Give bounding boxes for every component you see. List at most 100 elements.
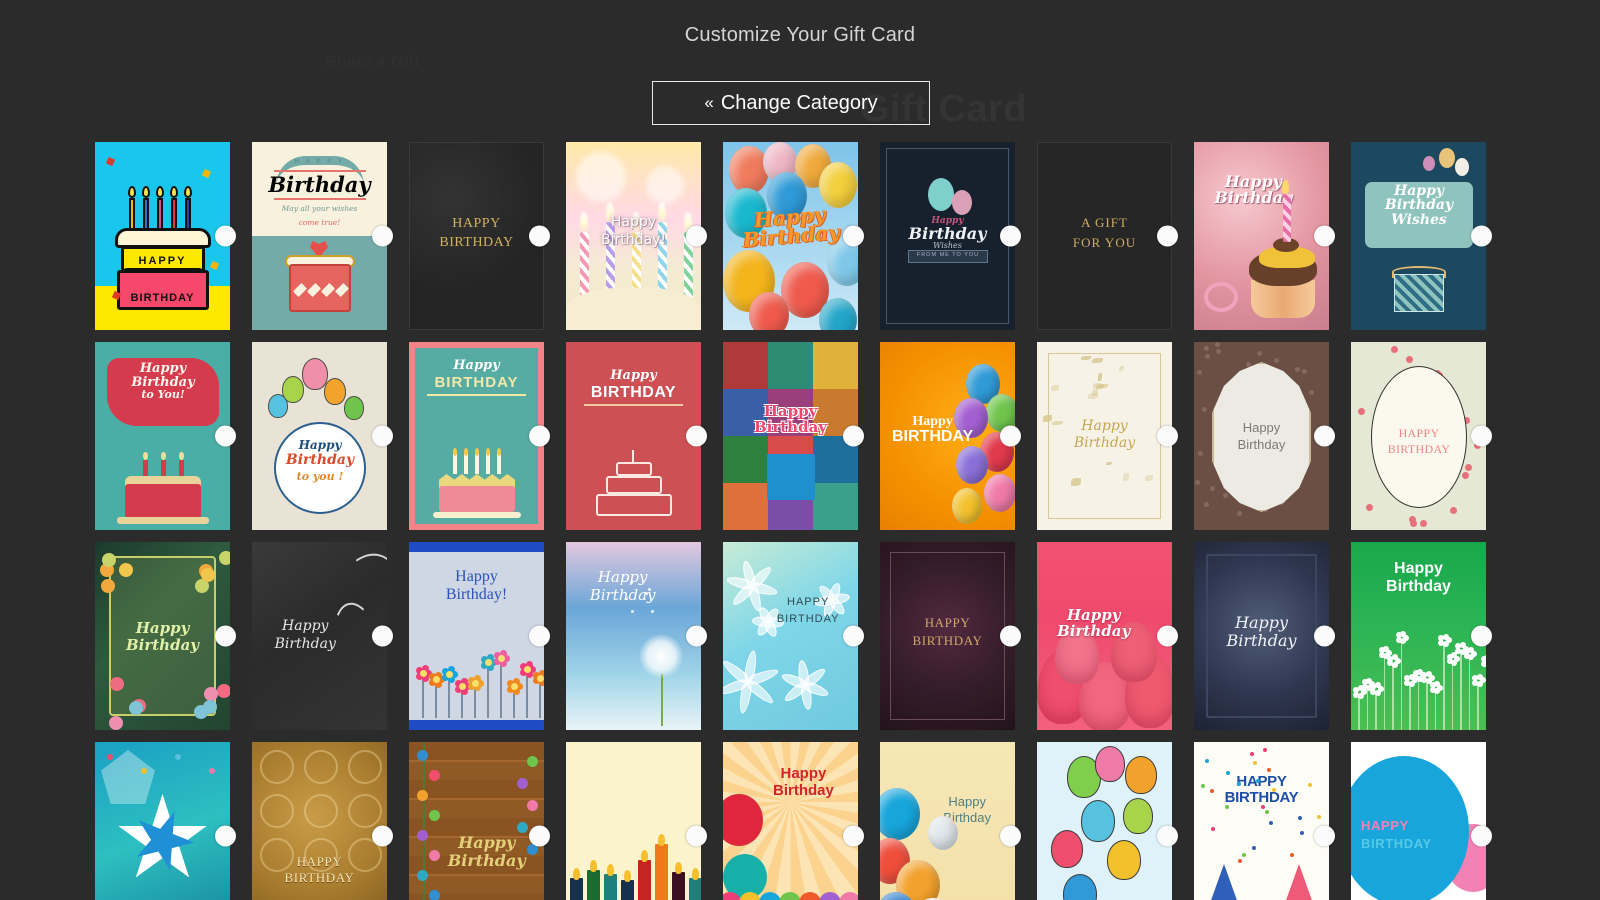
selection-dot-icon[interactable]	[1157, 826, 1178, 847]
selection-dot-icon[interactable]	[1314, 826, 1335, 847]
gift-card-cell: HappyBirthday	[1194, 342, 1329, 530]
flower	[429, 770, 440, 781]
selection-dot-icon[interactable]	[1314, 226, 1335, 247]
gift-card-plum-gold-ornate[interactable]: HAPPYBIRTHDAY	[880, 542, 1015, 730]
selection-dot-icon[interactable]	[1471, 826, 1492, 847]
selection-dot-icon[interactable]	[529, 426, 550, 447]
flower-stem	[513, 691, 515, 718]
gift-card-teal-paper-star[interactable]	[95, 742, 230, 900]
gift-card-doodle-balloons-blue[interactable]: Happy	[1037, 742, 1172, 900]
selection-dot-icon[interactable]	[1000, 226, 1021, 247]
selection-dot-icon[interactable]	[215, 226, 236, 247]
selection-dot-icon[interactable]	[372, 226, 393, 247]
selection-dot-icon[interactable]	[529, 226, 550, 247]
card-text: HappyBirthday	[1351, 560, 1486, 595]
selection-dot-icon[interactable]	[843, 626, 864, 647]
change-category-button[interactable]: « Change Category	[652, 81, 930, 125]
candle-flame	[1282, 180, 1289, 194]
gift-card-black-a-gift-for-you[interactable]: A GIFTFOR YOU	[1037, 142, 1172, 330]
gift-card-beige-circle-balloons[interactable]: HappyBirthdayto you !	[252, 342, 387, 530]
card-line-2: Birthday	[1194, 632, 1329, 650]
gift-card-sage-oval-roses[interactable]: HAPPYBIRTHDAY	[1351, 342, 1486, 530]
gift-card-artwork: HappyBirthday	[723, 342, 858, 530]
card-line-2: BIRTHDAY	[1361, 836, 1471, 851]
gift-card-dandelion-sky[interactable]: HappyBirthday	[566, 542, 701, 730]
gift-card-pink-frame-retro-cake[interactable]: HappyBIRTHDAY	[409, 342, 544, 530]
gift-card-cream-colour-candles[interactable]: HAPPY	[566, 742, 701, 900]
gift-card-navy-chalk-balloons[interactable]: HappyBirthdayWishesFROM ME TO YOU	[880, 142, 1015, 330]
candle-flame	[624, 870, 631, 882]
selection-dot-icon[interactable]	[686, 426, 707, 447]
selection-dot-icon[interactable]	[686, 826, 707, 847]
gift-card-green-white-flowers[interactable]: HappyBirthday	[1351, 542, 1486, 730]
selection-dot-icon[interactable]	[1157, 226, 1178, 247]
gift-card-pink-cupcake[interactable]: HappyBirthday	[1194, 142, 1329, 330]
selection-dot-icon[interactable]	[686, 626, 707, 647]
gift-card-gold-embossed[interactable]: HAPPYBIRTHDAY	[252, 742, 387, 900]
selection-dot-icon[interactable]	[372, 626, 393, 647]
gift-card-cream-balloons-confetti[interactable]: HappyBirthday	[880, 742, 1015, 900]
selection-dot-icon[interactable]	[686, 226, 707, 247]
card-text: HAPPYBIRTHDAY	[880, 614, 1015, 649]
gift-card-pastel-candles-photo[interactable]: HappyBirthday!	[566, 142, 701, 330]
flower-stem	[1435, 690, 1437, 730]
selection-dot-icon[interactable]	[1000, 826, 1021, 847]
gift-card-big-blue-balloon[interactable]: HAPPYBIRTHDAY	[1351, 742, 1486, 900]
selection-dot-icon[interactable]	[843, 826, 864, 847]
card-text: HappyBirthday!	[409, 568, 544, 603]
gift-card-cell: HappyBirthday	[1194, 142, 1329, 330]
seed	[651, 610, 654, 613]
gift-card-black-gold-classic[interactable]: HAPPYBIRTHDAY	[409, 142, 544, 330]
selection-dot-icon[interactable]	[1471, 226, 1492, 247]
selection-dot-icon[interactable]	[1314, 626, 1335, 647]
gift-card-artwork: HappyBirthdayto You!	[95, 342, 230, 530]
selection-dot-icon[interactable]	[529, 826, 550, 847]
gift-card-ivory-gold-floral[interactable]: HappyBirthday	[1037, 342, 1172, 530]
selection-dot-icon[interactable]	[1471, 426, 1492, 447]
selection-dot-icon[interactable]	[215, 826, 236, 847]
gift-card-blue-banner-flowers[interactable]: HappyBirthday!	[409, 542, 544, 730]
selection-dot-icon[interactable]	[372, 426, 393, 447]
gift-card-retro-cream-teal-cake[interactable]: H A P P YBirthdayMay all your wishescome…	[252, 142, 387, 330]
selection-dot-icon[interactable]	[843, 226, 864, 247]
gift-card-cell: HappyBIRTHDAY	[566, 342, 701, 530]
card-line-2: BIRTHDAY	[252, 870, 387, 886]
gift-card-aqua-watercolour-flowers[interactable]: HAPPYBIRTHDAY	[723, 542, 858, 730]
selection-dot-icon[interactable]	[529, 626, 550, 647]
selection-dot-icon[interactable]	[1000, 626, 1021, 647]
selection-dot-icon[interactable]	[215, 626, 236, 647]
gift-card-chalkboard-swirl[interactable]: HappyBirthday	[252, 542, 387, 730]
dandelion-head	[639, 634, 683, 678]
card-line-2: Birthday!	[566, 232, 701, 250]
gift-card-navy-elegant-script[interactable]: HappyBirthday	[1194, 542, 1329, 730]
selection-dot-icon[interactable]	[1471, 626, 1492, 647]
gift-card-gift-boxes-collage[interactable]: HappyBirthday	[723, 342, 858, 530]
gift-card-red-confetti-cake[interactable]: HappyBIRTHDAY	[566, 342, 701, 530]
selection-dot-icon[interactable]	[843, 426, 864, 447]
confetti-dot	[1269, 821, 1273, 825]
candle-flame	[486, 448, 490, 456]
flower-stem	[1477, 683, 1479, 730]
petal	[1477, 674, 1483, 680]
selection-dot-icon[interactable]	[1314, 426, 1335, 447]
gift-card-pink-tulips[interactable]: HappyBirthday	[1037, 542, 1172, 730]
selection-dot-icon[interactable]	[215, 426, 236, 447]
gift-card-brown-ornate-plate[interactable]: HappyBirthday	[1194, 342, 1329, 530]
gift-card-teal-happy-birthday-to-you[interactable]: HappyBirthdayto You!	[95, 342, 230, 530]
selection-dot-icon[interactable]	[1157, 426, 1178, 447]
selection-dot-icon[interactable]	[1157, 626, 1178, 647]
selection-dot-icon[interactable]	[1000, 426, 1021, 447]
flower-stem	[539, 683, 541, 718]
gift-card-artwork: HappyBirthday!	[409, 542, 544, 730]
gift-card-wood-planks-flowers[interactable]: HappyBirthday	[409, 742, 544, 900]
gift-card-teal-birthday-wishes-gift[interactable]: HappyBirthdayWishes	[1351, 142, 1486, 330]
confetti-dot	[1263, 748, 1267, 752]
gift-card-sky-balloons[interactable]: HappyBirthday	[723, 142, 858, 330]
gift-card-green-floral-frame[interactable]: HappyBirthday	[95, 542, 230, 730]
gift-card-cyan-cartoon-cake[interactable]: HAPPYBIRTHDAY	[95, 142, 230, 330]
gift-card-sunburst-balloons[interactable]: HappyBirthday	[723, 742, 858, 900]
leaf-ornament	[1145, 475, 1153, 481]
gift-card-party-hats-confetti[interactable]: HAPPYBIRTHDAY	[1194, 742, 1329, 900]
selection-dot-icon[interactable]	[372, 826, 393, 847]
gift-card-orange-balloons[interactable]: HappyBIRTHDAY	[880, 342, 1015, 530]
